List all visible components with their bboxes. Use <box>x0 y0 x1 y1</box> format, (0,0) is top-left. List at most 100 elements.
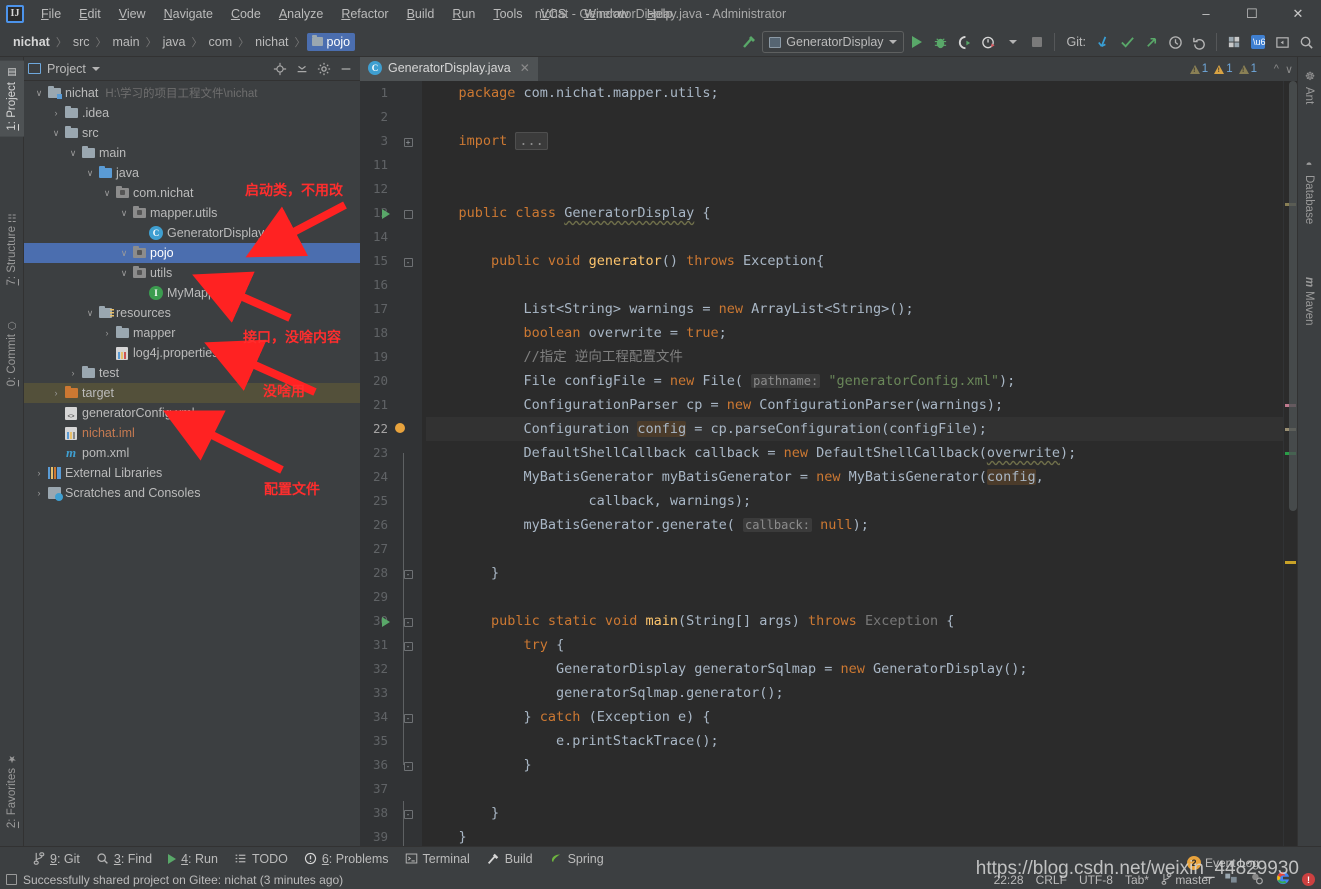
warning-chip-2[interactable]: 1 <box>1214 63 1233 75</box>
tool-window-button-project[interactable]: 1: Project ▤ <box>0 61 24 137</box>
chevron-right-icon[interactable]: › <box>66 368 80 378</box>
git-branch-widget[interactable]: master <box>1161 873 1212 887</box>
editor-gutter[interactable]: 1 2 3 +11 12 13 14 15-16 17 18 19 20 21 22 23 24 25 26 27… <box>360 81 422 846</box>
menu-refactor[interactable]: Refactor <box>332 3 397 25</box>
db-widget-icon[interactable] <box>1224 872 1238 888</box>
status-message[interactable]: Successfully shared project on Gitee: ni… <box>23 873 343 887</box>
database-icon[interactable] <box>1223 31 1245 53</box>
build-hammer-icon[interactable] <box>738 31 760 53</box>
run-coverage-icon[interactable] <box>954 31 976 53</box>
run-configuration-selector[interactable]: GeneratorDisplay <box>762 31 904 53</box>
code-line-36[interactable]: } <box>426 753 1283 777</box>
breadcrumb-item-pojo[interactable]: pojo <box>306 32 356 51</box>
menu-code[interactable]: Code <box>222 3 270 25</box>
tree-node-target[interactable]: › target <box>24 383 360 403</box>
bottom-tool-terminal[interactable]: Terminal <box>398 850 477 868</box>
code-line-31[interactable]: try { <box>426 633 1283 657</box>
code-line-14[interactable] <box>426 225 1283 249</box>
code-line-27[interactable] <box>426 537 1283 561</box>
tree-node-mapper-utils[interactable]: ∨ mapper.utils <box>24 203 360 223</box>
code-line-24[interactable]: MyBatisGenerator myBatisGenerator = new … <box>426 465 1283 489</box>
bottom-tool-find[interactable]: 3: Find <box>89 850 159 868</box>
code-line-33[interactable]: generatorSqlmap.generator(); <box>426 681 1283 705</box>
debug-icon[interactable] <box>930 31 952 53</box>
previous-problem-icon[interactable]: ^ <box>1274 63 1279 75</box>
bottom-tool-todo[interactable]: TODO <box>227 850 295 868</box>
menu-navigate[interactable]: Navigate <box>155 3 222 25</box>
collapse-all-icon[interactable] <box>292 59 312 79</box>
tree-node-test[interactable]: › test <box>24 363 360 383</box>
tool-window-button-maven[interactable]: m Maven <box>1297 271 1321 332</box>
breadcrumb-item-com[interactable]: com <box>204 33 238 51</box>
code-line-13[interactable]: public class GeneratorDisplay { <box>426 201 1283 225</box>
code-line-17[interactable]: List<String> warnings = new ArrayList<St… <box>426 297 1283 321</box>
code-line-28[interactable]: } <box>426 561 1283 585</box>
chevron-down-icon[interactable]: ∨ <box>100 188 114 199</box>
editor-scrollbar-thumb[interactable] <box>1289 81 1297 511</box>
inspection-widget[interactable]: 1 1 1 <box>1189 57 1257 81</box>
code-line-1[interactable]: package com.nichat.mapper.utils; <box>426 81 1283 105</box>
tree-node-java[interactable]: ∨ java <box>24 163 360 183</box>
code-line-11[interactable] <box>426 153 1283 177</box>
error-stripe-marker-panel[interactable] <box>1283 81 1297 846</box>
tool-window-button-favorites[interactable]: 2: Favorites ★ <box>0 747 24 834</box>
tool-window-button-ant[interactable]: ☸ Ant <box>1297 63 1321 110</box>
error-indicator-icon[interactable]: ! <box>1302 873 1315 886</box>
chevron-right-icon[interactable]: › <box>100 328 114 338</box>
hide-icon[interactable] <box>336 59 356 79</box>
file-encoding[interactable]: UTF-8 <box>1079 873 1113 887</box>
warning-chip-1[interactable]: 1 <box>1189 63 1208 75</box>
chevron-down-icon[interactable]: ∨ <box>83 308 97 319</box>
vcs-commit-icon[interactable] <box>1116 31 1138 53</box>
code-line-19[interactable]: //指定 逆向工程配置文件 <box>426 345 1283 369</box>
tree-node-com-nichat[interactable]: ∨ com.nichat <box>24 183 360 203</box>
tool-window-button-structure[interactable]: 7: Structure ☷ <box>0 205 24 291</box>
menu-run[interactable]: Run <box>443 3 484 25</box>
tree-node-external-libraries[interactable]: › External Libraries <box>24 463 360 483</box>
code-fold-toggle[interactable]: - <box>398 249 418 273</box>
restore-layout-icon[interactable] <box>1271 31 1293 53</box>
bottom-tool-problems[interactable]: 6: Problems <box>297 850 396 868</box>
code-line-29[interactable] <box>426 585 1283 609</box>
event-log-widget[interactable]: 2 Event Log <box>1186 856 1259 870</box>
close-button[interactable]: ✕ <box>1275 0 1321 27</box>
code-line-35[interactable]: e.printStackTrace(); <box>426 729 1283 753</box>
tree-node--idea[interactable]: › .idea <box>24 103 360 123</box>
bottom-tool-spring[interactable]: Spring <box>542 850 611 868</box>
tool-window-button-database[interactable]: ◓ Database <box>1297 153 1321 230</box>
settings-gear-widget-icon[interactable] <box>1250 872 1264 888</box>
menu-analyze[interactable]: Analyze <box>270 3 332 25</box>
translate-icon[interactable]: \u6587 <box>1247 31 1269 53</box>
next-problem-icon[interactable]: ∨ <box>1285 63 1293 76</box>
settings-gear-icon[interactable] <box>314 59 334 79</box>
vcs-push-icon[interactable] <box>1140 31 1162 53</box>
menu-vcs[interactable]: VCS <box>532 3 576 25</box>
chevron-right-icon[interactable]: › <box>32 468 46 478</box>
code-line-30[interactable]: public static void main(String[] args) t… <box>426 609 1283 633</box>
code-viewport[interactable]: 1 2 3 +11 12 13 14 15-16 17 18 19 20 21 22 23 24 25 26 27… <box>360 81 1297 846</box>
menu-window[interactable]: Window <box>575 3 637 25</box>
tree-node-scratches-and-consoles[interactable]: › Scratches and Consoles <box>24 483 360 503</box>
project-panel-title[interactable]: Project <box>28 62 100 76</box>
code-fold-toggle[interactable]: - <box>398 801 418 825</box>
tree-node-log4j-properties[interactable]: log4j.properties <box>24 343 360 363</box>
breadcrumb-item-main[interactable]: main <box>107 33 144 51</box>
code-line-20[interactable]: File configFile = new File( pathname: "g… <box>426 369 1283 393</box>
tree-node-generatordisplay[interactable]: C GeneratorDisplay <box>24 223 360 243</box>
editor-tab-generatordisplay[interactable]: C GeneratorDisplay.java ✕ <box>360 57 538 81</box>
vcs-update-icon[interactable] <box>1092 31 1114 53</box>
menu-tools[interactable]: Tools <box>484 3 531 25</box>
close-icon[interactable]: ✕ <box>520 61 530 75</box>
profile-dropdown-icon[interactable] <box>1002 31 1024 53</box>
code-line-22[interactable]: Configuration config = cp.parseConfigura… <box>426 417 1283 441</box>
chevron-down-icon[interactable]: ∨ <box>117 208 131 219</box>
menu-help[interactable]: Help <box>638 3 682 25</box>
chevron-down-icon[interactable]: ∨ <box>117 248 131 259</box>
run-gutter-icon[interactable] <box>376 609 396 633</box>
chevron-right-icon[interactable]: › <box>32 488 46 498</box>
bottom-tool-build[interactable]: Build <box>479 850 540 868</box>
vcs-rollback-icon[interactable] <box>1188 31 1210 53</box>
chevron-down-icon[interactable]: ∨ <box>66 148 80 159</box>
chevron-right-icon[interactable]: › <box>49 388 63 398</box>
indent-setting[interactable]: Tab* <box>1125 873 1149 887</box>
